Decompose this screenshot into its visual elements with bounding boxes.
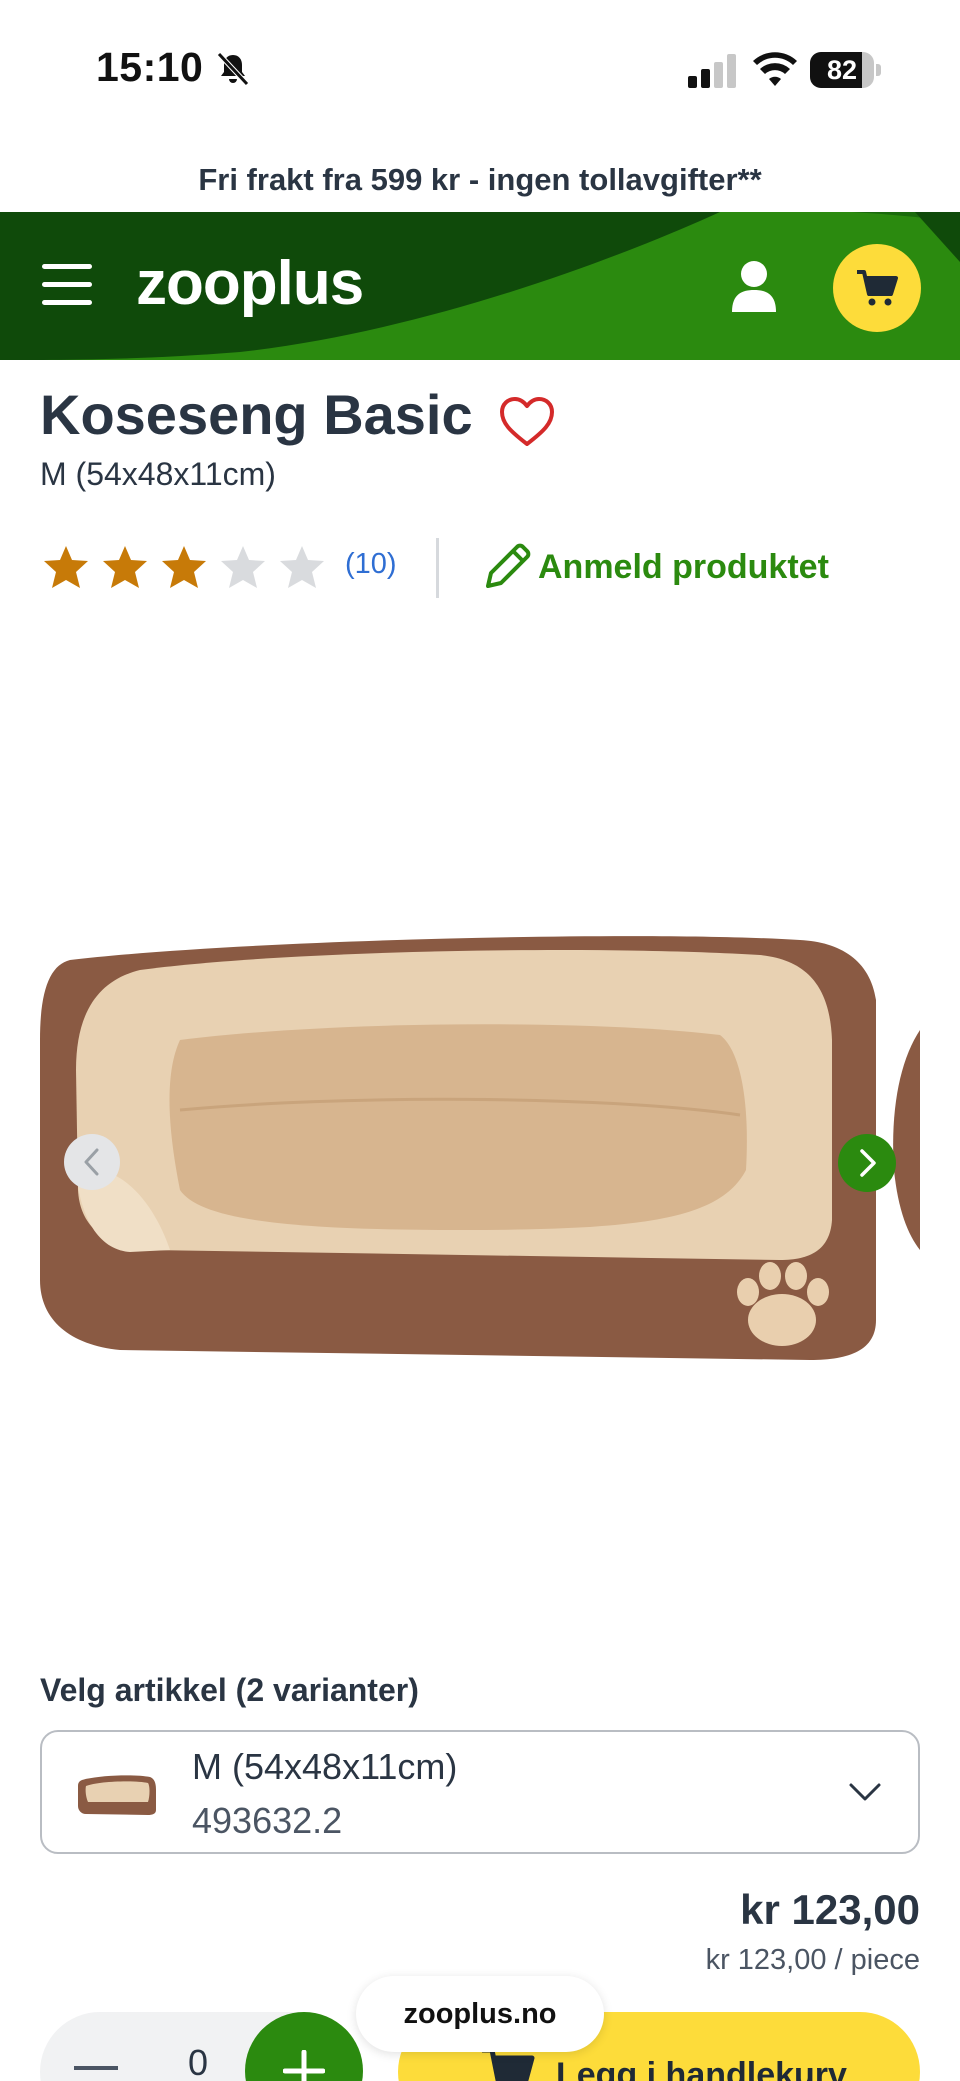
divider <box>436 538 439 598</box>
plus-icon <box>283 2050 325 2081</box>
add-to-cart-label: Legg i handlekurv <box>556 2056 847 2081</box>
site-header: zooplus <box>0 212 960 360</box>
chevron-left-icon <box>84 1148 99 1176</box>
star-empty-icon <box>221 546 265 588</box>
variant-name: M (54x48x11cm) <box>192 1746 458 1787</box>
star-filled-icon <box>44 546 88 588</box>
chevron-right-icon <box>860 1149 876 1177</box>
unit-price: kr 123,00 / piece <box>705 1944 920 1976</box>
variant-heading: Velg artikkel (2 varianter) <box>40 1672 419 1708</box>
cellular-signal-icon <box>688 54 736 88</box>
quantity-stepper: 0 <box>40 2012 363 2081</box>
promo-banner[interactable]: Fri frakt fra 599 kr - ingen tollavgifte… <box>0 150 960 210</box>
dog-bed-image <box>40 936 876 1360</box>
variant-thumbnail <box>78 1775 156 1815</box>
product-title: Koseseng Basic <box>40 383 473 446</box>
favorite-heart-icon[interactable] <box>498 396 556 448</box>
variant-select[interactable]: M (54x48x11cm) 493632.2 <box>40 1730 920 1854</box>
menu-icon[interactable] <box>42 262 94 308</box>
account-icon[interactable] <box>728 258 780 314</box>
carousel-next-button[interactable] <box>838 1134 896 1192</box>
chevron-down-icon <box>849 1783 881 1801</box>
wifi-icon <box>753 52 797 86</box>
pencil-icon <box>486 543 531 588</box>
star-filled-icon <box>162 546 206 588</box>
product-price: kr 123,00 <box>740 1886 920 1933</box>
battery-percentage: 82 <box>826 55 858 85</box>
product-title-row: Koseseng Basic <box>40 382 473 452</box>
next-image-preview <box>893 1030 920 1250</box>
battery-icon: 82 <box>810 52 881 88</box>
write-review-label: Anmeld produktet <box>538 548 829 586</box>
status-time: 15:10 <box>96 44 204 90</box>
browser-url-pill[interactable]: zooplus.no <box>356 1976 604 2052</box>
product-image-carousel[interactable] <box>40 640 920 1640</box>
product-subtitle: M (54x48x11cm) <box>40 456 276 492</box>
status-bar: 15:10 82 <box>0 0 960 140</box>
variant-article-number: 493632.2 <box>192 1800 343 1841</box>
carousel-prev-button[interactable] <box>64 1134 120 1190</box>
zooplus-logo[interactable]: zooplus <box>136 248 364 319</box>
cart-icon <box>857 270 898 306</box>
minus-icon[interactable] <box>74 2066 118 2070</box>
review-count-link[interactable]: (10) <box>345 548 397 581</box>
cart-button[interactable] <box>833 244 921 332</box>
increase-quantity-button[interactable] <box>245 2012 363 2081</box>
bell-slash-icon <box>217 52 249 86</box>
star-empty-icon <box>280 546 324 588</box>
star-filled-icon <box>103 546 147 588</box>
quantity-value[interactable]: 0 <box>188 2042 208 2081</box>
